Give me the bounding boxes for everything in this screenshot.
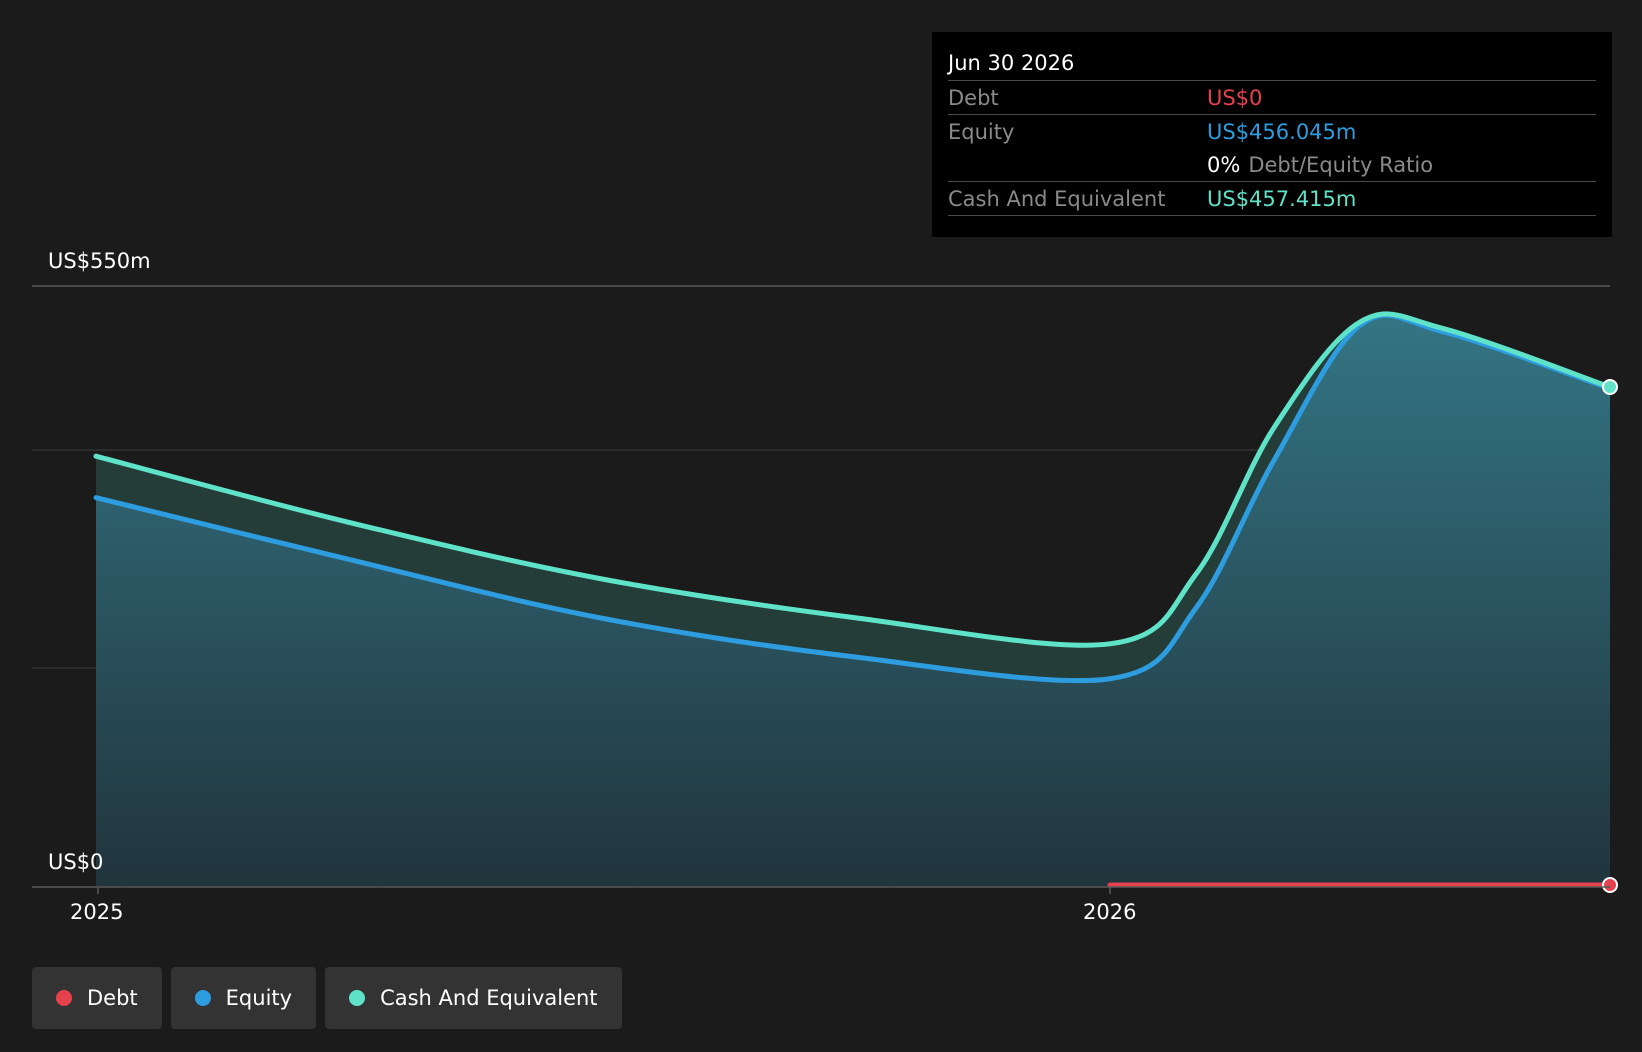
legend-equity-label: Equity bbox=[225, 986, 293, 1010]
tooltip-row-ratio: 0% Debt/Equity Ratio bbox=[948, 148, 1596, 181]
equity-area bbox=[96, 315, 1610, 887]
tooltip-cash-label: Cash And Equivalent bbox=[948, 186, 1166, 211]
x-axis-label-2025: 2025 bbox=[70, 900, 124, 924]
cash-end-marker bbox=[1602, 379, 1618, 396]
chart-tooltip: Jun 30 2026 Debt US$0 Equity US$456.045m… bbox=[932, 32, 1612, 237]
x-axis-label-2026: 2026 bbox=[1083, 900, 1137, 924]
tooltip-equity-value: US$456.045m bbox=[1207, 119, 1357, 144]
tooltip-debt-label: Debt bbox=[948, 85, 999, 110]
tooltip-date: Jun 30 2026 bbox=[948, 51, 1075, 75]
legend-item-equity[interactable]: Equity bbox=[170, 967, 317, 1029]
legend-item-debt[interactable]: Debt bbox=[32, 967, 162, 1029]
y-axis-min-label: US$0 bbox=[48, 850, 104, 874]
debt-dot-icon bbox=[56, 990, 72, 1006]
tooltip-row-debt: Debt US$0 bbox=[948, 80, 1596, 114]
legend-debt-label: Debt bbox=[87, 986, 138, 1010]
legend-cash-label: Cash And Equivalent bbox=[380, 986, 598, 1010]
legend-item-cash[interactable]: Cash And Equivalent bbox=[325, 967, 622, 1029]
tooltip-cash-value: US$457.415m bbox=[1207, 186, 1357, 211]
cash-dot-icon bbox=[349, 990, 366, 1006]
debt-end-marker bbox=[1602, 877, 1618, 893]
tooltip-row-equity: Equity US$456.045m bbox=[948, 114, 1596, 148]
y-axis-max-label: US$550m bbox=[48, 249, 151, 273]
tooltip-debt-value: US$0 bbox=[1207, 85, 1263, 110]
tooltip-equity-label: Equity bbox=[948, 119, 1015, 144]
tooltip-row-cash: Cash And Equivalent US$457.415m bbox=[948, 181, 1596, 216]
tooltip-ratio-value: 0% bbox=[1207, 152, 1241, 177]
equity-dot-icon bbox=[194, 990, 211, 1006]
chart-legend: Debt Equity Cash And Equivalent bbox=[32, 967, 622, 1029]
tooltip-ratio-label: Debt/Equity Ratio bbox=[1248, 152, 1434, 177]
